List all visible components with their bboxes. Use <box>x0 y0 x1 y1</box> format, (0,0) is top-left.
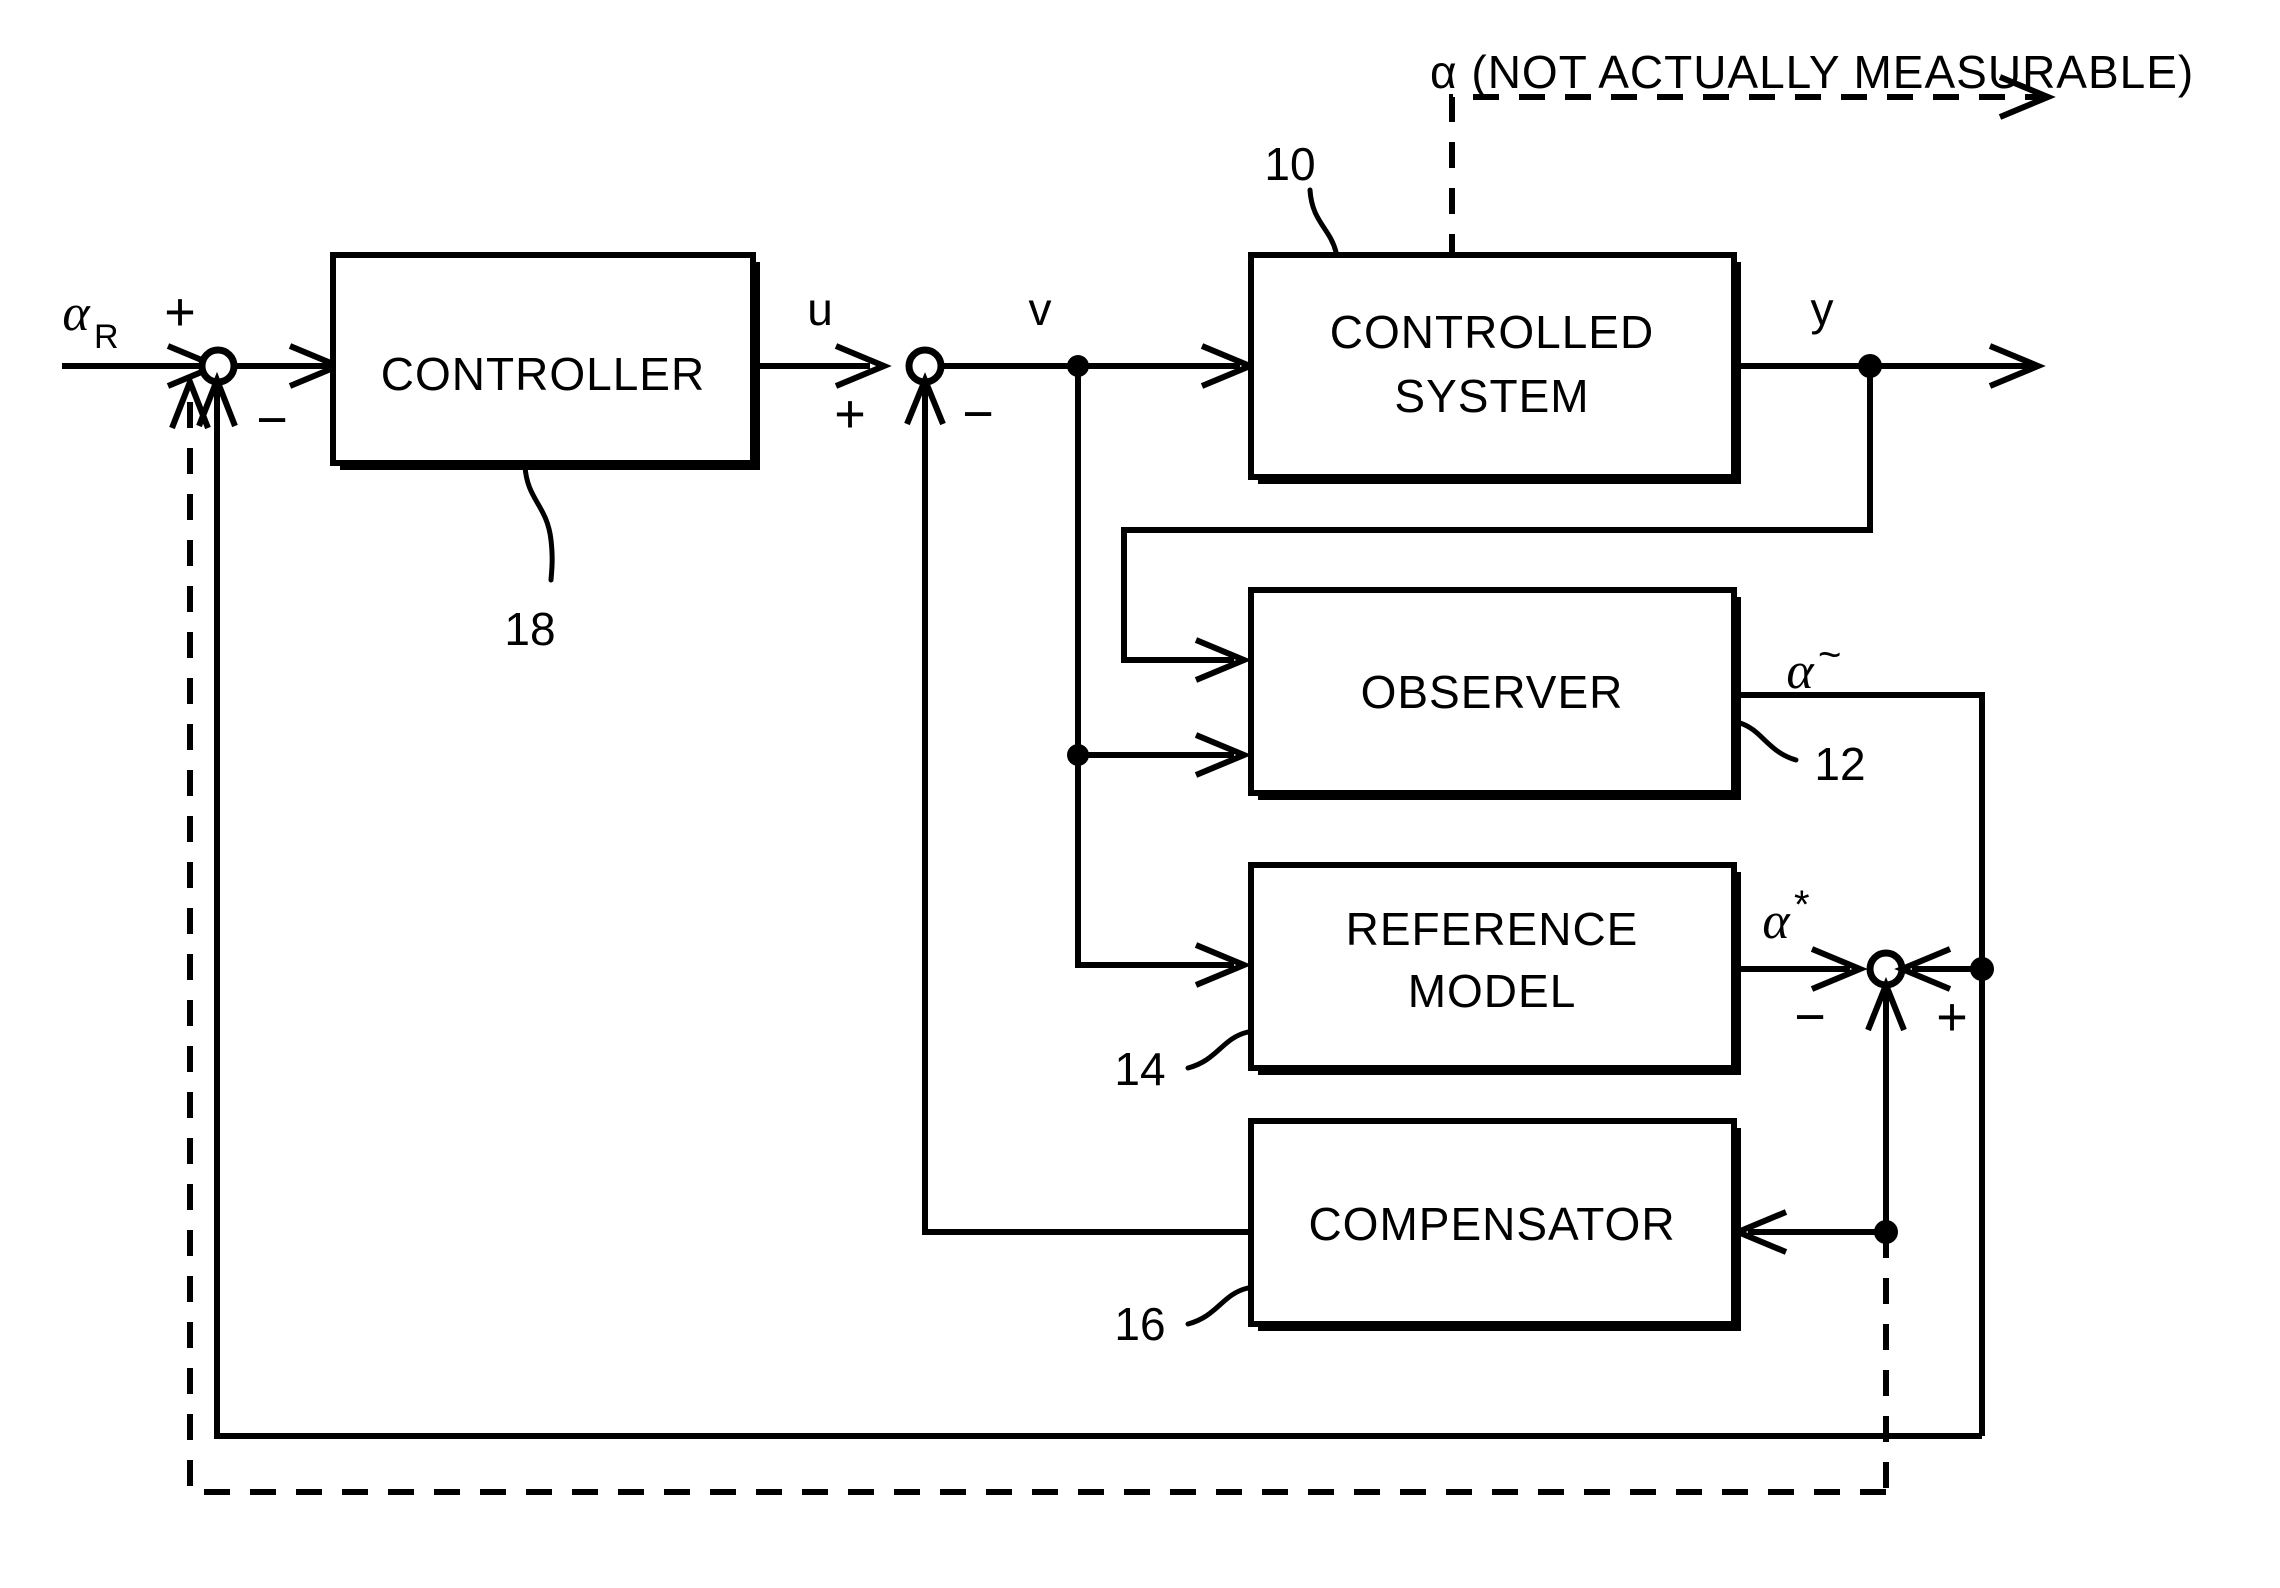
controller-to-sum2-wire-group <box>753 343 892 389</box>
controller-label: CONTROLLER <box>381 348 705 400</box>
alpha-r-base: α <box>62 285 91 342</box>
signal-label-alpha-r: α R <box>62 285 118 356</box>
controlled-system-ref-numeral: 10 <box>1264 138 1315 190</box>
plant-output-wire-group <box>1734 343 2046 389</box>
controlled-system-label-line2: SYSTEM <box>1394 370 1589 422</box>
reference-model-label-line2: MODEL <box>1408 965 1577 1017</box>
compensator-ref-leader <box>1185 1285 1251 1327</box>
alpha-tilde-superscript: ~ <box>1818 633 1841 677</box>
alpha-tilde-sum3-dot <box>1970 957 1994 981</box>
controlled-system-label-line1: CONTROLLED <box>1330 306 1654 358</box>
compensator-to-sum2-wire <box>922 380 1251 1235</box>
observer-ref-numeral: 12 <box>1814 738 1865 790</box>
sum1-to-controller-wire-group <box>234 343 346 389</box>
sum3-minus-sign: − <box>1794 987 1826 1047</box>
reference-model-label-line1: REFERENCE <box>1346 903 1639 955</box>
controlled-system-box[interactable] <box>1248 252 1737 480</box>
input-reference-wire-group <box>62 343 224 389</box>
signal-label-y: y <box>1811 283 1834 335</box>
controller-ref-numeral: 18 <box>504 603 555 655</box>
alpha-not-measurable-label: α (NOT ACTUALLY MEASURABLE) <box>1430 46 2194 98</box>
block-reference-model[interactable]: REFERENCE MODEL <box>1248 862 1741 1075</box>
reference-model-ref-numeral: 14 <box>1114 1043 1165 1095</box>
alpha-star-base: α <box>1762 893 1791 950</box>
compensator-label: COMPENSATOR <box>1308 1198 1675 1250</box>
controlled-system-ref-leader <box>1307 187 1339 255</box>
reference-model-to-sum3-wire-group <box>1734 946 1868 992</box>
controller-ref-leader <box>522 463 555 583</box>
sum1-feedback-arrows <box>169 371 238 430</box>
sum2-to-plant-wire-group <box>941 343 1258 389</box>
block-controlled-system[interactable]: CONTROLLED SYSTEM <box>1248 252 1741 484</box>
v-branch-to-reference-model-wire <box>1075 366 1234 968</box>
alpha-star-superscript: * <box>1794 883 1810 927</box>
signal-label-u: u <box>807 283 833 335</box>
sum1-plus-sign: + <box>164 282 196 342</box>
alpha-r-subscript: R <box>94 318 119 356</box>
observer-label: OBSERVER <box>1361 666 1624 718</box>
block-controller[interactable]: CONTROLLER <box>330 252 760 470</box>
signal-label-alpha-tilde: α ~ <box>1786 633 1841 700</box>
reference-model-ref-leader <box>1185 1029 1251 1071</box>
observer-ref-leader <box>1737 720 1799 763</box>
compensator-ref-numeral: 16 <box>1114 1298 1165 1350</box>
sum3-plus-sign: + <box>1936 987 1968 1047</box>
sum1-minus-sign: − <box>256 390 288 450</box>
sum2-plus-sign: + <box>834 384 866 444</box>
signal-label-alpha-star: α * <box>1762 883 1809 950</box>
alpha-tilde-base: α <box>1786 643 1815 700</box>
block-diagram-figure: α (NOT ACTUALLY MEASURABLE) α R + − CONT… <box>0 0 2280 1588</box>
branch-to-compensator-wire-group <box>1730 1209 1886 1255</box>
alpha-not-measurable-path <box>1449 74 2056 260</box>
sum2-minus-sign: − <box>962 384 994 444</box>
alpha-tilde-wire <box>1734 692 1985 1436</box>
alpha-not-measurable-wire <box>1449 94 2040 260</box>
block-observer[interactable]: OBSERVER <box>1248 587 1741 800</box>
signal-label-v: v <box>1029 283 1052 335</box>
block-diagram-canvas: α (NOT ACTUALLY MEASURABLE) α R + − CONT… <box>62 46 2194 1495</box>
block-compensator[interactable]: COMPENSATOR <box>1248 1118 1741 1331</box>
